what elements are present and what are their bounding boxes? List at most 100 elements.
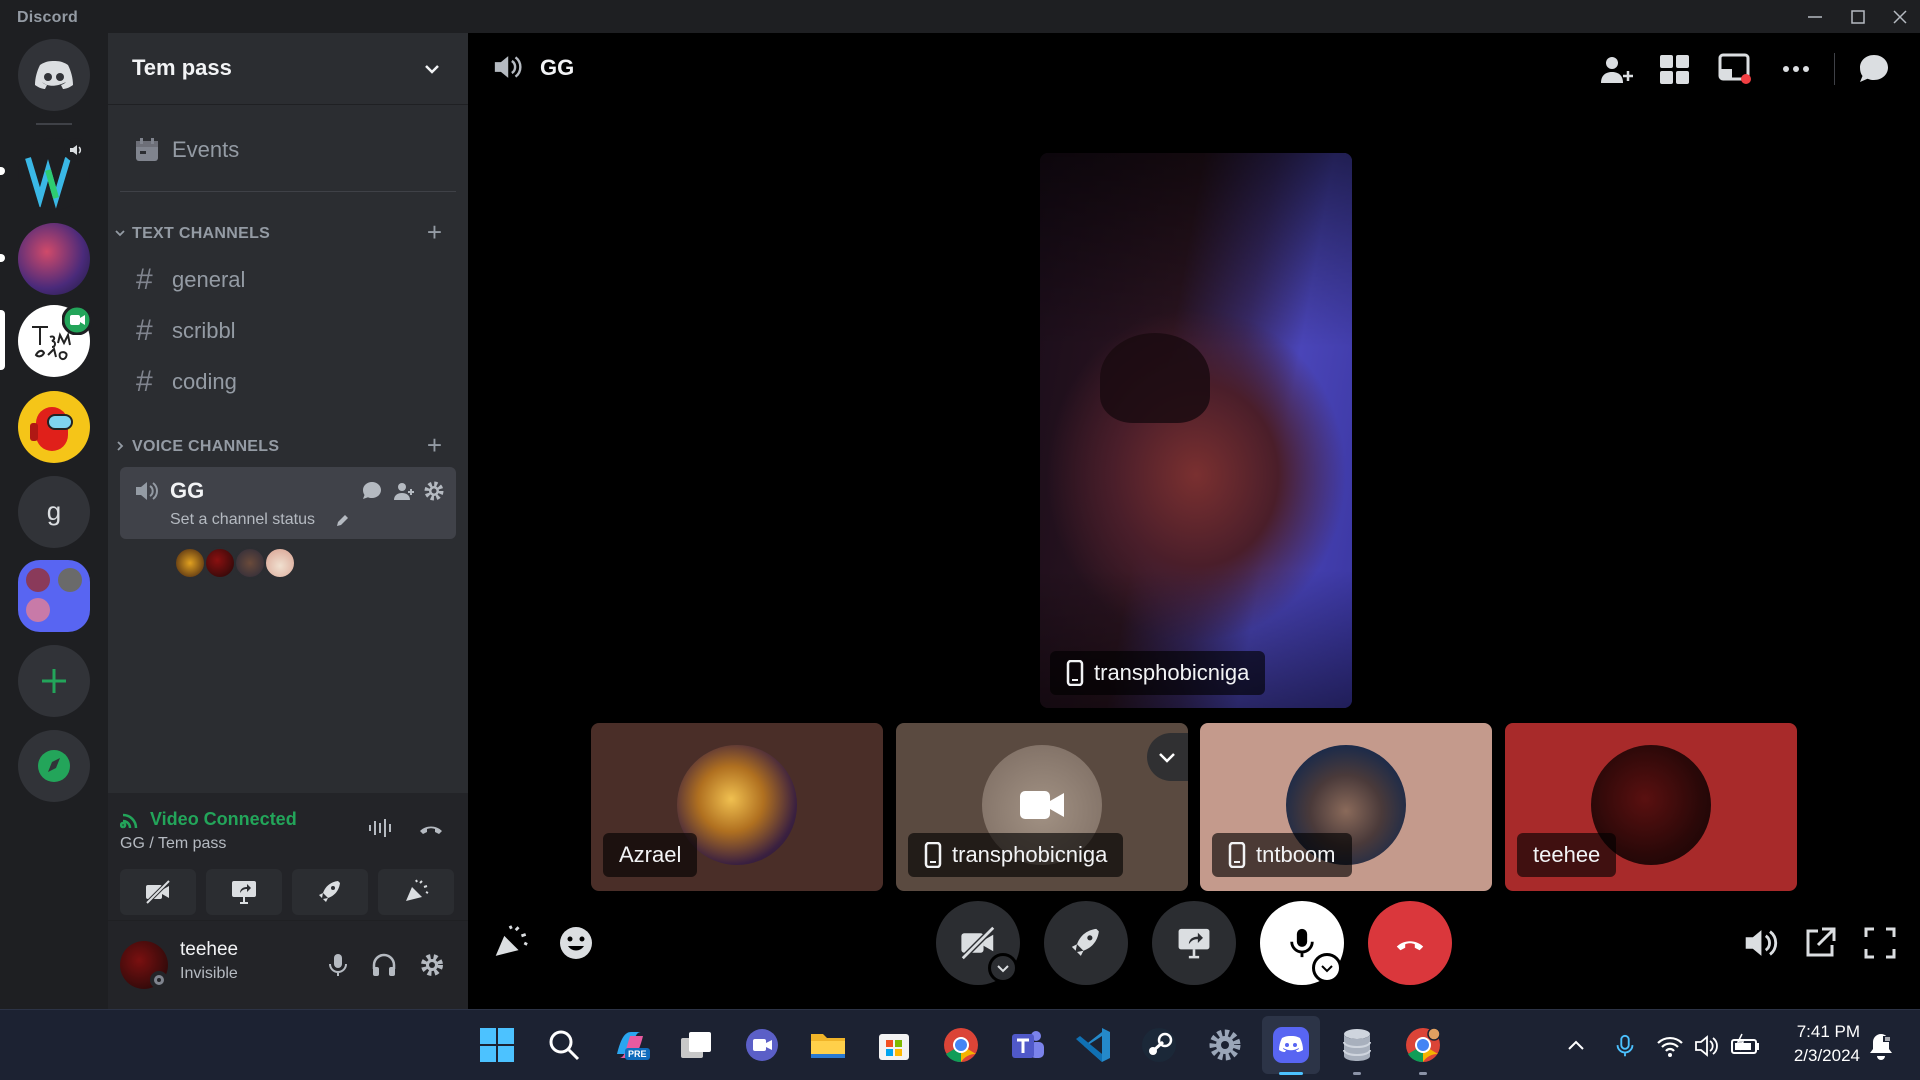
minimize-icon[interactable] — [1803, 5, 1827, 29]
channel-scribbl[interactable]: # scribbl — [120, 308, 456, 352]
chat-bubble-icon[interactable] — [1854, 51, 1894, 87]
windows-start-icon[interactable] — [476, 1024, 518, 1066]
leave-call-button[interactable] — [1368, 901, 1452, 985]
rocket-icon — [319, 881, 340, 902]
chrome-icon[interactable] — [940, 1024, 982, 1066]
chevron-down-icon[interactable] — [420, 57, 444, 81]
activity-button[interactable] — [1044, 901, 1128, 985]
avatar[interactable] — [174, 547, 206, 579]
add-friend-icon[interactable] — [1596, 51, 1636, 87]
server-folder[interactable] — [18, 560, 90, 632]
participant-tile[interactable]: transphobicniga — [896, 723, 1188, 891]
disconnect-icon[interactable] — [416, 813, 446, 843]
discord-icon[interactable] — [1270, 1024, 1312, 1066]
voice-channel-name: GG — [170, 478, 205, 503]
avatar[interactable] — [234, 547, 266, 579]
active-indicator — [1279, 1072, 1303, 1075]
settings-icon[interactable] — [1204, 1024, 1246, 1066]
screen-share-button[interactable] — [1152, 901, 1236, 985]
chat-bubble-icon[interactable] — [360, 479, 384, 503]
volume-icon[interactable] — [1692, 1032, 1720, 1060]
add-server-button[interactable] — [18, 645, 90, 717]
chevron-up-icon[interactable] — [1564, 1034, 1588, 1058]
selected-pill — [0, 310, 5, 370]
tile-options-pill[interactable] — [1147, 733, 1188, 781]
events-item[interactable]: Events — [120, 127, 456, 171]
voice-channel-gg[interactable]: GG Set a channel status — [120, 467, 456, 539]
chevron-right-icon — [117, 441, 124, 451]
channel-general[interactable]: # general — [120, 257, 456, 301]
video-camera-icon — [1020, 791, 1064, 819]
steam-icon[interactable] — [1138, 1024, 1180, 1066]
among-us-icon — [30, 407, 73, 451]
noise-suppression-icon[interactable] — [366, 813, 396, 843]
rail-divider — [36, 123, 72, 125]
camera-options-button[interactable] — [988, 953, 1018, 983]
discover-button[interactable] — [18, 730, 90, 802]
hash-icon: # — [136, 314, 153, 347]
grid-icon[interactable] — [1654, 51, 1694, 87]
server-icon-among-us[interactable] — [18, 391, 90, 463]
channel-status[interactable]: Set a channel status — [170, 511, 315, 529]
voice-location[interactable]: GG / Tem pass — [120, 835, 226, 853]
featured-video[interactable]: transphobicniga — [1040, 153, 1352, 708]
add-channel-icon[interactable]: + — [427, 430, 442, 461]
channel-coding[interactable]: # coding — [120, 359, 456, 403]
store-icon[interactable] — [873, 1024, 915, 1066]
microphone-icon[interactable] — [1612, 1032, 1638, 1060]
clock-time[interactable]: 7:41 PM — [1780, 1022, 1860, 1042]
battery-icon[interactable] — [1730, 1032, 1762, 1060]
participant-tile[interactable]: teehee — [1505, 723, 1797, 891]
volume-icon[interactable] — [1740, 923, 1780, 963]
hash-icon: # — [136, 263, 153, 296]
pencil-icon[interactable] — [334, 513, 350, 529]
wifi-icon[interactable] — [1656, 1032, 1684, 1060]
emoji-icon[interactable] — [556, 923, 596, 963]
soundboard-button[interactable] — [378, 869, 454, 915]
task-view-icon[interactable] — [675, 1024, 717, 1066]
teams-icon[interactable] — [1006, 1024, 1048, 1066]
microphone-icon[interactable] — [324, 951, 352, 979]
notification-bell-icon[interactable] — [1866, 1030, 1896, 1062]
participant-tile[interactable]: Azrael — [591, 723, 883, 891]
maximize-icon[interactable] — [1846, 5, 1870, 29]
chat-app-icon[interactable] — [741, 1024, 783, 1066]
file-explorer-icon[interactable] — [807, 1024, 849, 1066]
soundboard-icon[interactable] — [490, 923, 530, 963]
server-icon-galaxy[interactable] — [18, 223, 90, 295]
fullscreen-icon[interactable] — [1860, 923, 1900, 963]
mic-options-button[interactable] — [1312, 953, 1342, 983]
screen-share-button[interactable] — [206, 869, 282, 915]
gear-icon[interactable] — [422, 479, 446, 503]
app-title: Discord — [17, 9, 78, 26]
running-indicator — [1419, 1072, 1427, 1075]
clock-date[interactable]: 2/3/2024 — [1780, 1046, 1860, 1066]
vscode-icon[interactable] — [1072, 1024, 1114, 1066]
add-channel-icon[interactable]: + — [427, 217, 442, 248]
camera-toggle-button[interactable] — [120, 869, 196, 915]
camera-off-icon — [145, 879, 171, 905]
participant-tile[interactable]: tntboom — [1200, 723, 1492, 891]
gear-icon[interactable] — [418, 951, 446, 979]
headphones-icon[interactable] — [370, 951, 398, 979]
invite-icon[interactable] — [392, 479, 416, 503]
events-label: Events — [172, 137, 240, 162]
popout-icon[interactable] — [1800, 923, 1840, 963]
username[interactable]: teehee — [180, 939, 238, 961]
more-options-icon[interactable] — [1776, 51, 1816, 87]
server-icon-g[interactable]: g — [18, 476, 90, 548]
server-header[interactable]: Tem pass — [108, 33, 468, 105]
search-icon[interactable] — [543, 1024, 585, 1066]
copilot-icon[interactable]: PRE — [609, 1024, 651, 1066]
avatar[interactable] — [264, 547, 296, 579]
close-icon[interactable] — [1888, 5, 1912, 29]
popout-stream-icon[interactable] — [1714, 51, 1754, 87]
database-icon[interactable] — [1336, 1024, 1378, 1066]
hang-up-icon — [1396, 941, 1424, 951]
chrome-profile-icon[interactable] — [1402, 1024, 1444, 1066]
activity-button[interactable] — [292, 869, 368, 915]
video-badge-icon — [62, 305, 92, 335]
avatar[interactable] — [204, 547, 236, 579]
home-button[interactable] — [18, 39, 90, 111]
participant-name: transphobicniga — [952, 842, 1108, 867]
